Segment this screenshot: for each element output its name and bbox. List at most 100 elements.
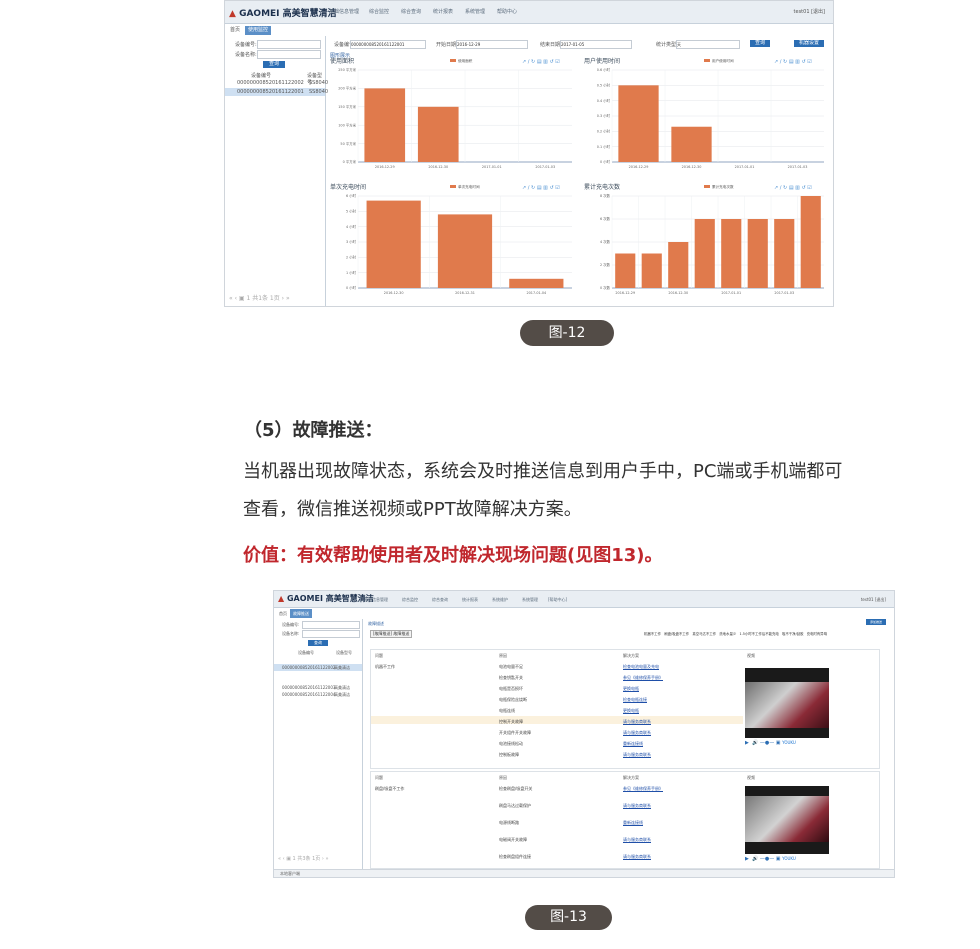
chart-title: 用户使用时间	[584, 57, 620, 65]
pager[interactable]: « ‹ ▣ 1 共3条 1页 › »	[278, 855, 329, 862]
bar[interactable]	[364, 88, 406, 162]
user-info[interactable]: test01 [退出]	[794, 8, 825, 15]
solution-link[interactable]: 请与服务商联系	[623, 854, 651, 860]
solution-link[interactable]: 请与服务商联系	[623, 719, 651, 725]
chart-toolbox-icons[interactable]: ↗ ∕ ↻ ▤ ▥ ↺ ☑	[522, 185, 560, 191]
device-filter-input[interactable]: 000000008520161122001	[350, 40, 426, 49]
device-name-input[interactable]	[302, 630, 360, 638]
fault-block-1: 问题 原因 解决方案 视频 机器不工作 电池电量不足 检查钥匙开关 电瓶是否损坏 电瓶…	[370, 649, 880, 769]
legend-label: 单次充电时间	[458, 184, 480, 189]
search-button[interactable]: 查询	[263, 61, 285, 68]
query-button[interactable]: 查询	[750, 40, 770, 47]
chart-toolbox-icons[interactable]: ↗ ∕ ↻ ▤ ▥ ↺ ☑	[774, 59, 812, 65]
pager[interactable]: « ‹ ▣ 1 共1条 1页 › »	[229, 293, 290, 302]
nav-item-help[interactable]: [帮助中心]	[548, 597, 567, 603]
y-tick-label: 0.4 小时	[597, 98, 611, 103]
fault-tab[interactable]: 充电时有异响	[807, 632, 827, 636]
start-date-input[interactable]: 2016-12-29	[456, 40, 528, 49]
tab-fault-push[interactable]: 故障推送	[290, 609, 312, 618]
filter-button[interactable]: [故障推送] 故障推送	[370, 630, 413, 638]
bar[interactable]	[366, 200, 421, 288]
solution-link[interactable]: 重新连接线	[623, 741, 643, 747]
solution-link[interactable]: 重新连接线	[623, 820, 643, 826]
nav-item-system[interactable]: 系统管理	[465, 8, 485, 15]
nav-item-system[interactable]: 系统管理	[522, 597, 538, 603]
fault-tab[interactable]: 洗地水量少	[719, 632, 736, 636]
bar[interactable]	[641, 253, 662, 289]
nav-item-monitor[interactable]: 综合监控	[402, 597, 418, 603]
y-tick-label: 50 平方米	[340, 141, 356, 146]
tab-usage-monitor[interactable]: 使用监控	[245, 26, 272, 35]
device-no-label: 设备编号:	[282, 622, 300, 627]
fault-tab[interactable]: 1.5小时不工作后不能充电	[739, 632, 778, 636]
bar[interactable]	[615, 253, 636, 289]
search-button[interactable]: 查询	[308, 640, 328, 646]
user-info[interactable]: test01 [退出]	[861, 597, 886, 603]
stat-type-select[interactable]: 天	[676, 40, 740, 49]
list-item[interactable]: 000000008520161122002 SS8040	[225, 79, 328, 87]
machine-settings-button[interactable]: 机器设置	[794, 40, 824, 47]
bar[interactable]	[437, 214, 493, 288]
list-item[interactable]: 000000008520161122003 高美清洁	[274, 684, 362, 691]
video-controls[interactable]: ▶ 🔊 —●— ▣ YOUKU	[745, 856, 829, 862]
solution-link[interactable]: 更换电瓶	[623, 708, 639, 714]
x-tick-label: 2017-01-01	[482, 165, 502, 169]
nav-item-monitor[interactable]: 综合监控	[369, 8, 389, 15]
caption-figure-12: 图-12	[520, 320, 614, 346]
chart-1: 使用面积 使用面积 ↗ ∕ ↻ ▤ ▥ ↺ ☑ 0 平方米 50 平方米 100 平方米 1…	[330, 57, 572, 169]
list-item-selected[interactable]: 000000008520161122002 高美清洁	[274, 664, 362, 671]
x-tick-label: 2017-01-03	[535, 165, 555, 169]
bar[interactable]	[509, 278, 564, 288]
chart-toolbox-icons[interactable]: ↗ ∕ ↻ ▤ ▥ ↺ ☑	[522, 59, 560, 65]
solution-link[interactable]: 参见《维修保养手册》	[623, 786, 663, 792]
solution-link[interactable]: 请与服务商联系	[623, 752, 651, 758]
solution-link[interactable]: 更换电瓶	[623, 686, 639, 692]
fault-tab[interactable]: 真空马达不工作	[692, 632, 716, 636]
bar[interactable]	[774, 219, 795, 288]
list-item-selected[interactable]: 000000008520161122001 SS8040	[225, 88, 328, 96]
end-date-input[interactable]: 2017-01-05	[560, 40, 632, 49]
solution-link[interactable]: 请与服务商联系	[623, 837, 651, 843]
bar[interactable]	[668, 242, 689, 288]
nav-item-maint[interactable]: 系统维护	[492, 597, 508, 603]
reason-text: 电瓶保险丝烧断	[499, 697, 527, 702]
solution-link[interactable]: 请与服务商联系	[623, 730, 651, 736]
fault-tab[interactable]: 吸不干净/刮胶	[782, 632, 804, 636]
bar[interactable]	[721, 219, 742, 288]
nav-item-basic[interactable]: 基础信息管理	[364, 597, 388, 603]
nav-item-help[interactable]: 帮助中心	[497, 8, 517, 15]
solution-link[interactable]: 检查电瓶连接	[623, 697, 647, 703]
video-controls[interactable]: ▶ 🔊 —●— ▣ YOUKU	[745, 740, 829, 746]
device-no-input[interactable]	[257, 40, 321, 49]
bar[interactable]	[618, 85, 659, 162]
chart-toolbox-icons[interactable]: ↗ ∕ ↻ ▤ ▥ ↺ ☑	[774, 185, 812, 191]
device-no-input[interactable]	[302, 621, 360, 629]
reason-text: 电池电量不足	[499, 664, 523, 669]
list-item[interactable]: 000000008520161122004 高美清洁	[274, 691, 362, 698]
fault-tab[interactable]: 机器不工作	[644, 632, 661, 636]
bar[interactable]	[800, 196, 821, 288]
bar[interactable]	[417, 106, 459, 162]
video-player[interactable]	[745, 786, 829, 854]
video-player[interactable]	[745, 668, 829, 738]
status-text: 本地客户端	[280, 871, 300, 876]
device-name-input[interactable]	[257, 50, 321, 59]
nav-item-report[interactable]: 统计报表	[462, 597, 478, 603]
bar[interactable]	[747, 219, 768, 288]
solution-link[interactable]: 请与服务商联系	[623, 803, 651, 809]
paragraph-line-2: 查看，微信推送视频或PPT故障解决方案。	[243, 499, 582, 520]
nav-item-report[interactable]: 统计报表	[433, 8, 453, 15]
tab-home[interactable]: 首页	[227, 26, 243, 35]
solution-link[interactable]: 检查电池电量及充电	[623, 664, 659, 670]
bar[interactable]	[694, 219, 715, 288]
list-header-id: 设备编号	[251, 73, 272, 79]
nav-item-query[interactable]: 综合查询	[401, 8, 421, 15]
nav-item-query[interactable]: 综合查询	[432, 597, 448, 603]
bar[interactable]	[671, 126, 712, 162]
tab-home[interactable]: 首页	[276, 609, 290, 618]
nav-item-basic[interactable]: 基础信息管理	[329, 8, 359, 15]
add-button[interactable]: 添加推送	[866, 619, 886, 625]
fault-tab[interactable]: 刷盘/吸盘不工作	[664, 632, 689, 636]
paragraph-line-1: 当机器出现故障状态，系统会及时推送信息到用户手中，PC端或手机端都可	[243, 461, 843, 482]
solution-link[interactable]: 参见《维修保养手册》	[623, 675, 663, 681]
